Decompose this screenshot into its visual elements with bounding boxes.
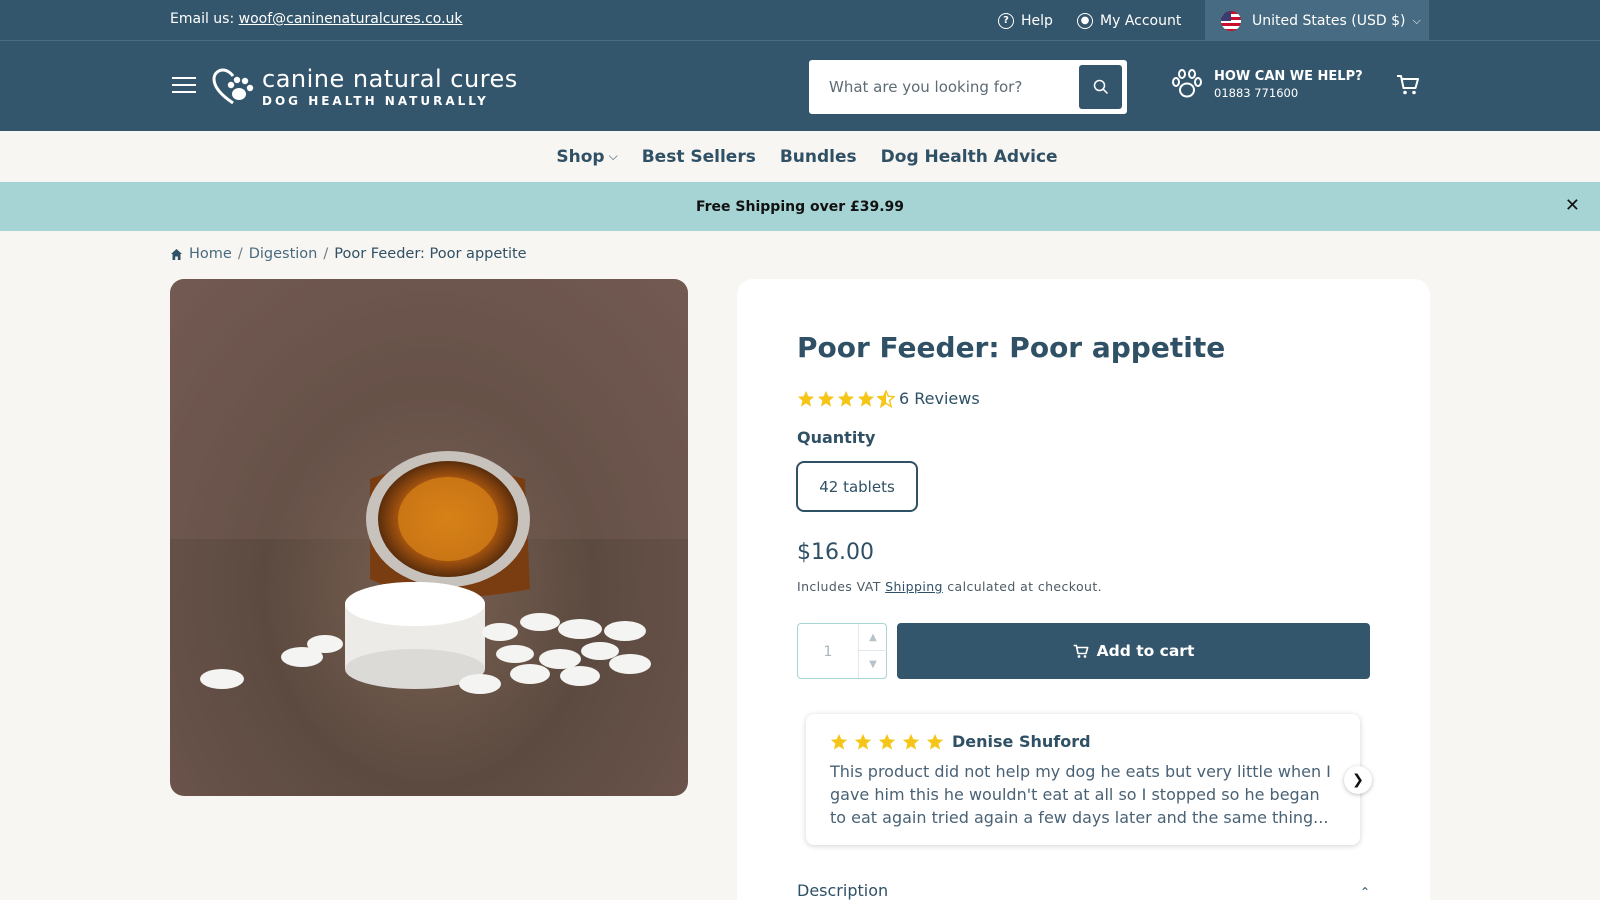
email-label: Email us: <box>170 11 239 27</box>
star-icon <box>837 390 855 407</box>
us-flag-icon <box>1221 10 1241 31</box>
site-header: canine natural cures DOG HEALTH NATURALL… <box>0 41 1600 131</box>
add-to-cart-label: Add to cart <box>1096 642 1195 660</box>
description-accordion[interactable]: Description ⌃ <box>797 881 1370 900</box>
breadcrumb-separator: / <box>237 246 243 262</box>
tax-prefix: Includes VAT <box>797 579 886 594</box>
help-phone[interactable]: 01883 771600 <box>1214 86 1363 100</box>
pill-bottle-photo <box>170 279 688 694</box>
cart-button[interactable] <box>1396 74 1420 100</box>
product-rating[interactable]: 6 Reviews <box>797 389 980 408</box>
breadcrumb-separator: / <box>323 246 329 262</box>
nav-bundles[interactable]: Bundles <box>780 147 857 167</box>
menu-icon[interactable] <box>172 77 196 95</box>
product-info-card: Poor Feeder: Poor appetite 6 Reviews Qua… <box>737 279 1430 900</box>
search-icon <box>1093 79 1108 95</box>
contact-help[interactable]: HOW CAN WE HELP? 01883 771600 <box>1170 67 1363 101</box>
chevron-down-icon: ⌵ <box>1412 13 1421 27</box>
close-icon[interactable]: ✕ <box>1565 197 1580 215</box>
utility-bar: Email us: woof@caninenaturalcures.co.uk … <box>0 0 1600 41</box>
half-star-icon <box>877 389 895 408</box>
next-review-button[interactable]: ❯ <box>1344 766 1372 794</box>
nav-shop-label: Shop <box>556 146 605 167</box>
chevron-right-icon: ❯ <box>1352 772 1364 788</box>
breadcrumb-current: Poor Feeder: Poor appetite <box>334 246 527 262</box>
star-icon <box>926 733 944 750</box>
breadcrumb-home[interactable]: Home <box>189 246 232 262</box>
review-text: This product did not help my dog he eats… <box>830 762 1331 827</box>
paw-heart-logo-icon <box>210 67 256 107</box>
quantity-stepper: 1 ▲ ▼ <box>797 623 887 679</box>
star-icon <box>830 733 848 750</box>
region-label: United States (USD $) <box>1252 12 1406 29</box>
region-selector[interactable]: United States (USD $) ⌵ <box>1205 0 1429 41</box>
paw-icon <box>1172 69 1202 98</box>
logo-tagline: DOG HEALTH NATURALLY <box>262 93 489 108</box>
main-nav: Shop ⌵ Best Sellers Bundles Dog Health A… <box>0 131 1600 182</box>
nav-best-sellers[interactable]: Best Sellers <box>642 147 756 167</box>
product-image[interactable] <box>170 279 688 796</box>
cart-icon <box>1073 644 1089 658</box>
search-button[interactable] <box>1079 65 1122 109</box>
email-link[interactable]: woof@caninenaturalcures.co.uk <box>239 11 463 27</box>
announcement-text: Free Shipping over £39.99 <box>695 198 905 215</box>
star-icon <box>817 390 835 407</box>
chevron-up-icon: ⌃ <box>1359 885 1370 899</box>
search-box <box>809 60 1127 114</box>
review-author: Denise Shuford <box>952 732 1091 751</box>
star-icon <box>854 733 872 750</box>
site-logo[interactable]: canine natural cures DOG HEALTH NATURALL… <box>210 65 518 109</box>
my-account-link[interactable]: ● My Account <box>1077 0 1181 41</box>
help-heading: HOW CAN WE HELP? <box>1214 68 1363 84</box>
announcement-bar: Free Shipping over £39.99 ✕ <box>0 182 1600 231</box>
help-label: Help <box>1021 12 1053 29</box>
tax-note: Includes VAT Shipping calculated at chec… <box>797 579 1102 594</box>
star-icon <box>902 733 920 750</box>
description-label: Description <box>797 881 889 900</box>
star-icon <box>797 390 815 407</box>
review-header: Denise Shuford <box>830 732 1091 751</box>
help-icon: ? <box>998 12 1014 29</box>
star-icon <box>878 733 896 750</box>
reviews-count: 6 Reviews <box>899 389 980 408</box>
chevron-down-icon: ⌵ <box>608 149 618 163</box>
increase-quantity-button[interactable]: ▲ <box>859 624 887 651</box>
shipping-link[interactable]: Shipping <box>885 579 943 594</box>
review-card: Denise Shuford This product did not help… <box>806 714 1372 845</box>
product-price: $16.00 <box>797 540 874 565</box>
product-title: Poor Feeder: Poor appetite <box>797 331 1226 364</box>
add-to-cart-button[interactable]: Add to cart <box>897 623 1370 679</box>
search-input[interactable] <box>809 60 1071 114</box>
nav-dog-health-advice[interactable]: Dog Health Advice <box>881 147 1058 167</box>
star-rating <box>797 389 895 408</box>
variant-option-42-tablets[interactable]: 42 tablets <box>796 461 918 512</box>
cart-icon <box>1397 75 1419 95</box>
nav-shop[interactable]: Shop ⌵ <box>556 147 617 167</box>
review-stars <box>830 733 944 751</box>
quantity-label: Quantity <box>797 428 876 447</box>
home-icon <box>171 248 182 260</box>
quantity-input[interactable]: 1 <box>798 624 858 680</box>
account-label: My Account <box>1100 12 1182 29</box>
email-contact: Email us: woof@caninenaturalcures.co.uk <box>170 11 463 27</box>
user-icon: ● <box>1077 12 1093 29</box>
tax-suffix: calculated at checkout. <box>942 579 1103 594</box>
breadcrumb-category[interactable]: Digestion <box>249 246 318 262</box>
logo-wordmark: canine natural cures <box>262 64 518 93</box>
decrease-quantity-button[interactable]: ▼ <box>859 651 887 678</box>
help-link[interactable]: ? Help <box>998 0 1053 41</box>
quantity-arrows: ▲ ▼ <box>858 624 887 678</box>
breadcrumb: Home / Digestion / Poor Feeder: Poor app… <box>170 246 527 262</box>
star-icon <box>857 390 875 407</box>
